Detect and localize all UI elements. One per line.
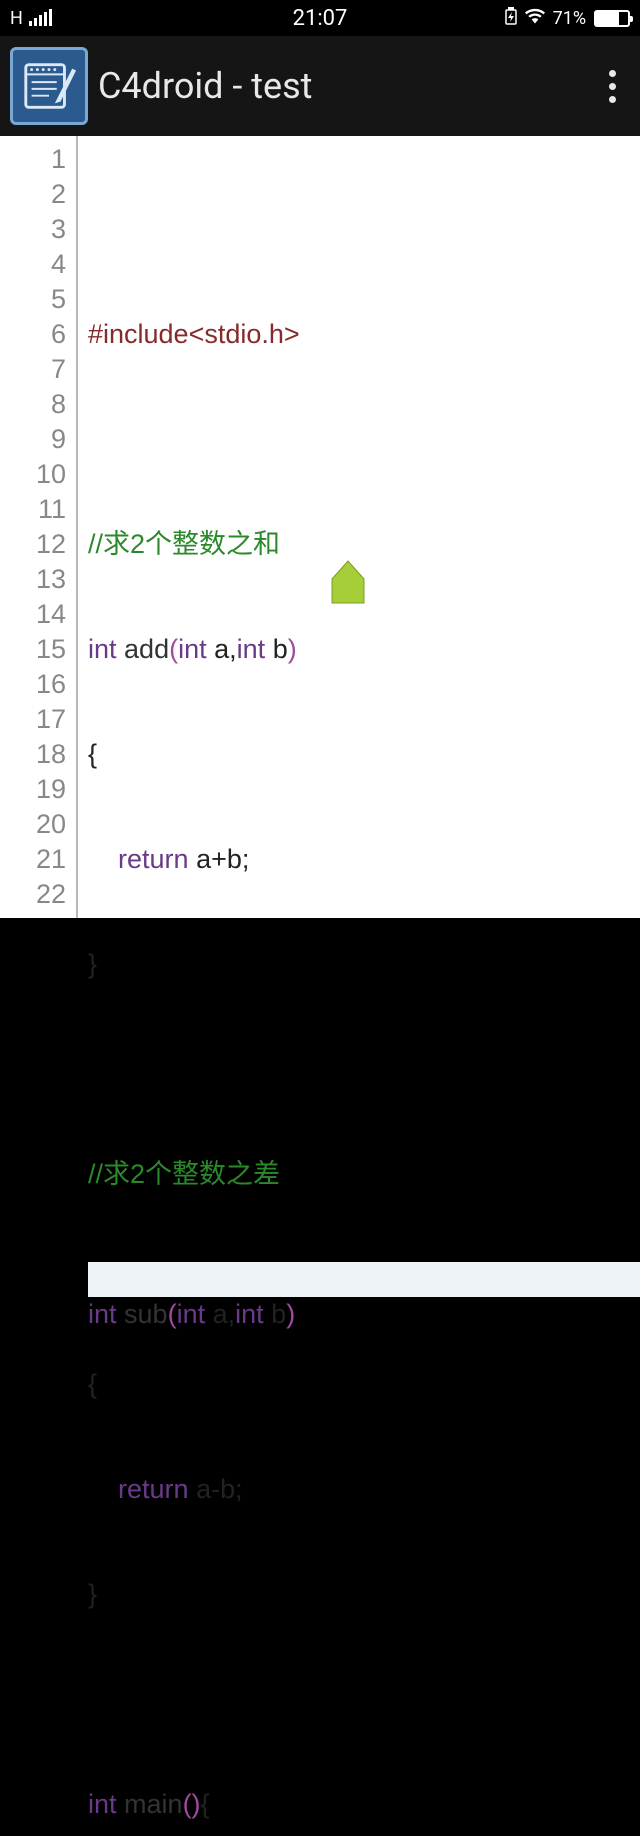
- code-line[interactable]: [88, 1682, 640, 1717]
- code-line[interactable]: //求2个整数之和: [88, 527, 640, 562]
- overflow-menu-button[interactable]: [599, 60, 626, 113]
- code-line[interactable]: //求2个整数之差: [88, 1157, 640, 1192]
- wifi-icon: [525, 8, 545, 29]
- code-line[interactable]: {: [88, 737, 640, 772]
- code-line[interactable]: }: [88, 1577, 640, 1612]
- code-line[interactable]: [88, 212, 640, 247]
- code-area[interactable]: #include<stdio.h> //求2个整数之和 int add(int …: [78, 136, 640, 918]
- code-line[interactable]: #include<stdio.h>: [88, 317, 640, 352]
- code-editor[interactable]: 12345678910111213141516171819202122 #inc…: [0, 136, 640, 918]
- code-line[interactable]: [88, 1052, 640, 1087]
- app-title: C4droid - test: [98, 65, 599, 107]
- code-line[interactable]: [88, 422, 640, 457]
- code-line[interactable]: }: [88, 947, 640, 982]
- app-icon: [10, 47, 88, 125]
- code-line[interactable]: {: [88, 1367, 640, 1402]
- code-line[interactable]: return a-b;: [88, 1472, 640, 1507]
- code-line[interactable]: int sub(int a,int b): [88, 1262, 640, 1297]
- line-number-gutter: 12345678910111213141516171819202122: [0, 136, 78, 918]
- battery-pct-label: 71%: [553, 8, 586, 29]
- code-line[interactable]: int add(int a,int b): [88, 632, 640, 667]
- charging-icon: [505, 7, 517, 29]
- signal-icon: [29, 10, 52, 26]
- code-line[interactable]: return a+b;: [88, 842, 640, 877]
- code-line[interactable]: int main(){: [88, 1787, 640, 1822]
- network-type-label: H: [10, 8, 23, 29]
- app-bar: C4droid - test: [0, 36, 640, 136]
- clock: 21:07: [217, 6, 424, 31]
- line-highlight: [88, 1262, 640, 1297]
- battery-icon: [594, 10, 630, 27]
- status-bar: H 21:07 71%: [0, 0, 640, 36]
